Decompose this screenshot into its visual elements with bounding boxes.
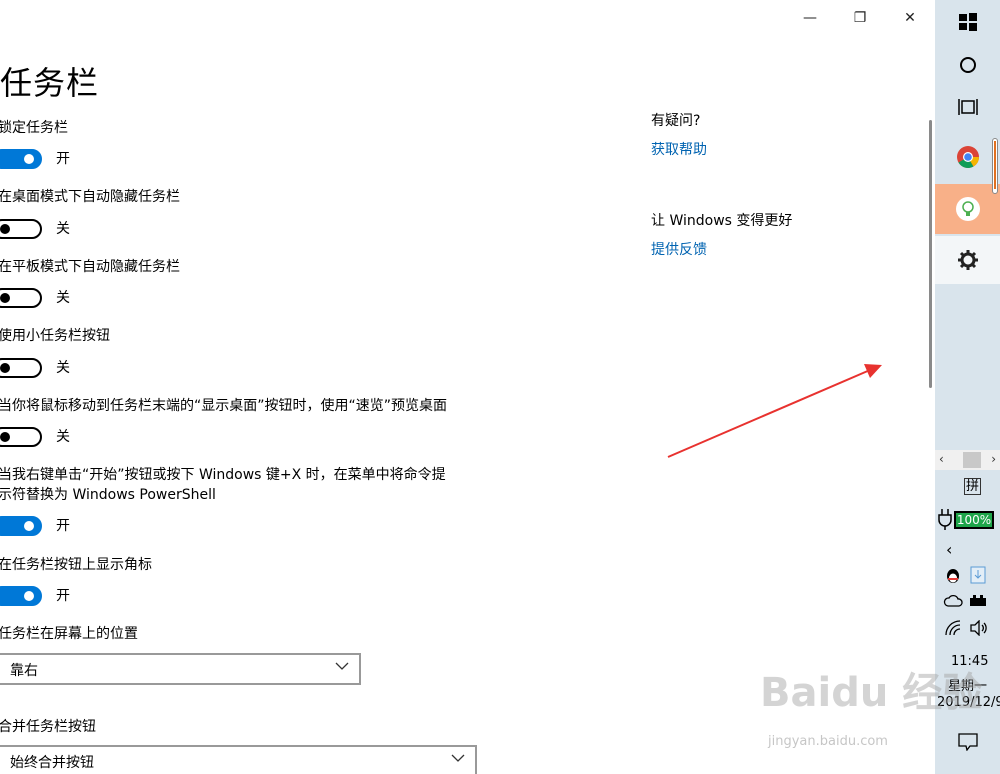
ime-indicator[interactable]: 拼 (964, 478, 982, 495)
scroll-right-icon[interactable]: › (991, 452, 996, 466)
power-plug-icon[interactable] (937, 508, 953, 530)
show-hidden-icons-chevron-icon[interactable]: ‹ (946, 540, 952, 559)
settings-window: — ❐ ✕ 任务栏 锁定任务栏 开 在桌面模式下自动隐藏任务栏 关 在平板模式下… (0, 0, 935, 774)
small-buttons-toggle[interactable] (0, 358, 42, 378)
powershell-label-line1: 当我右键单击“开始”按钮或按下 Windows 键+X 时，在菜单中将命令提 (0, 467, 446, 483)
toggle-knob (0, 293, 10, 303)
auto-hide-tablet-state: 关 (56, 290, 70, 306)
taskbar-scroll-thumb[interactable] (994, 141, 996, 189)
chevron-down-icon (451, 754, 465, 762)
badges-label: 在任务栏按钮上显示角标 (0, 557, 152, 573)
toggle-knob (0, 224, 10, 234)
auto-hide-tablet-label: 在平板模式下自动隐藏任务栏 (0, 259, 180, 275)
task-view-button[interactable] (935, 88, 1000, 126)
tips-app-button[interactable] (935, 184, 1000, 234)
lock-taskbar-state: 开 (56, 151, 70, 167)
settings-scrollbar[interactable] (929, 120, 932, 388)
combine-value: 始终合并按钮 (10, 755, 94, 771)
auto-hide-desktop-label: 在桌面模式下自动隐藏任务栏 (0, 189, 180, 205)
toggle-knob (24, 521, 34, 531)
battery-indicator[interactable]: 100% (954, 511, 994, 529)
action-center-icon[interactable] (958, 733, 978, 751)
combine-dropdown[interactable]: 始终合并按钮 (0, 745, 477, 774)
taskbar-scrollbar[interactable] (992, 138, 998, 194)
auto-hide-desktop-toggle[interactable] (0, 219, 42, 239)
small-buttons-label: 使用小任务栏按钮 (0, 328, 110, 344)
powershell-state: 开 (56, 518, 70, 534)
lightbulb-icon (955, 197, 980, 221)
baidu-watermark-url: jingyan.baidu.com (768, 734, 888, 749)
position-label: 任务栏在屏幕上的位置 (0, 626, 138, 642)
chevron-down-icon (335, 662, 349, 670)
download-manager-icon[interactable] (970, 566, 986, 584)
volume-icon[interactable] (969, 620, 989, 636)
powershell-toggle[interactable] (0, 516, 42, 536)
position-dropdown[interactable]: 靠右 (0, 653, 361, 685)
peek-label: 当你将鼠标移动到任务栏末端的“显示桌面”按钮时，使用“速览”预览桌面 (0, 398, 448, 414)
chrome-taskbar-button[interactable] (935, 136, 1000, 178)
qq-penguin-icon[interactable] (944, 566, 962, 584)
cortana-button[interactable] (935, 46, 1000, 84)
badges-toggle[interactable] (0, 586, 42, 606)
toggle-knob (24, 591, 34, 601)
start-button[interactable] (935, 4, 1000, 40)
small-buttons-state: 关 (56, 360, 70, 376)
page-title: 任务栏 (0, 64, 100, 102)
gear-icon (957, 250, 978, 270)
peek-toggle[interactable] (0, 427, 42, 447)
close-button[interactable]: ✕ (886, 0, 934, 36)
get-help-link[interactable]: 获取帮助 (651, 139, 707, 159)
cortana-circle-icon (959, 57, 976, 73)
settings-taskbar-button[interactable] (935, 236, 1000, 284)
badges-state: 开 (56, 588, 70, 604)
lock-taskbar-label: 锁定任务栏 (0, 120, 68, 136)
minimize-button[interactable]: — (786, 0, 834, 36)
auto-hide-desktop-state: 关 (56, 221, 70, 237)
combine-label: 合并任务栏按钮 (0, 719, 96, 735)
scroll-thumb[interactable] (963, 452, 981, 468)
toggle-knob (0, 363, 10, 373)
task-view-icon (957, 99, 978, 115)
baidu-watermark: Baidu 经验 (760, 670, 983, 716)
scroll-left-icon[interactable]: ‹ (939, 452, 944, 466)
feedback-heading: 让 Windows 变得更好 (651, 213, 793, 229)
restore-button[interactable]: ❐ (836, 0, 884, 36)
auto-hide-tablet-toggle[interactable] (0, 288, 42, 308)
chrome-icon (956, 146, 979, 168)
toggle-knob (0, 432, 10, 442)
onedrive-cloud-icon[interactable] (943, 593, 963, 609)
powershell-label-line2: 示符替换为 Windows PowerShell (0, 487, 216, 503)
give-feedback-link[interactable]: 提供反馈 (651, 239, 707, 259)
windows-logo-icon (958, 13, 977, 31)
help-heading: 有疑问? (651, 113, 701, 129)
toggle-knob (24, 154, 34, 164)
lock-taskbar-toggle[interactable] (0, 149, 42, 169)
peek-state: 关 (56, 429, 70, 445)
wifi-icon[interactable] (944, 620, 962, 636)
position-value: 靠右 (10, 663, 38, 679)
horizontal-scrollbar[interactable]: ‹ › (935, 450, 1000, 470)
device-icon[interactable] (969, 594, 989, 608)
